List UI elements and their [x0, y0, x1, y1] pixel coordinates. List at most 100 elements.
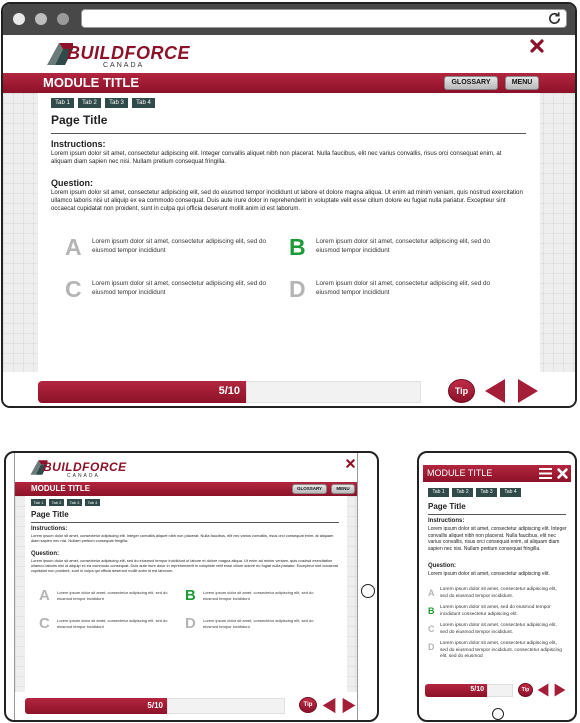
answer-option-a[interactable]: A Lorem ipsum dolor sit amet, consectetu… [428, 587, 568, 603]
progress-counter: 5/10 [470, 686, 484, 693]
menu-button[interactable]: MENU [331, 484, 355, 494]
answer-option-c[interactable]: C Lorem ipsum dolor sit amet, consectetu… [428, 623, 568, 639]
tab-4[interactable]: Tab 4 [85, 499, 100, 506]
glossary-button[interactable]: GLOSSARY [292, 484, 327, 494]
home-button[interactable] [361, 584, 375, 598]
answer-option-d[interactable]: D Lorem ipsum dolor sit amet, consectetu… [428, 641, 568, 669]
tab-1[interactable]: Tab 1 [51, 98, 74, 108]
option-letter: D [428, 642, 435, 652]
content-frame: Tab 1 Tab 2 Tab 3 Tab 4 Page Title Instr… [15, 496, 357, 692]
option-text: Lorem ipsum dolor sit amet, consectetur … [92, 238, 266, 254]
answer-option-a[interactable]: A Lorem ipsum dolor sit amet, consectetu… [39, 587, 174, 607]
question-text: Lorem ipsum dolor sit amet, consectetur … [31, 558, 338, 573]
address-bar[interactable] [81, 9, 567, 28]
option-text: Lorem ipsum dolor sit amet, consectetur … [57, 618, 168, 629]
prev-arrow-icon[interactable] [322, 697, 336, 714]
question-text: Lorem ipsum dolor sit amet, consectetur … [51, 189, 523, 212]
question-heading: Question: [31, 551, 59, 557]
option-letter: C [428, 624, 435, 634]
tip-button[interactable]: Tip [299, 697, 317, 713]
prev-arrow-icon[interactable] [537, 683, 549, 697]
hamburger-icon[interactable] [539, 468, 552, 479]
home-button[interactable] [492, 708, 504, 720]
tab-3[interactable]: Tab 3 [105, 98, 128, 108]
browser-chrome [3, 4, 575, 35]
progress-track [167, 698, 285, 714]
next-arrow-icon[interactable] [342, 697, 356, 714]
tab-1[interactable]: Tab 1 [428, 488, 449, 497]
tab-2[interactable]: Tab 2 [78, 98, 101, 108]
footer-bar: 5/10 Tip [3, 372, 575, 406]
prev-arrow-icon[interactable] [484, 378, 506, 404]
option-letter: B [185, 587, 196, 604]
logo-wordmark: BUILDFORCE [43, 460, 127, 474]
answer-option-c[interactable]: C Lorem ipsum dolor sit amet, consectetu… [39, 615, 174, 635]
title-divider [51, 133, 526, 134]
logo-subtext: CANADA [67, 473, 100, 479]
answer-option-a[interactable]: A Lorem ipsum dolor sit amet, consectetu… [65, 234, 266, 262]
window-control-dot[interactable] [35, 13, 47, 25]
module-title: MODULE TITLE [31, 484, 91, 493]
tab-3[interactable]: Tab 3 [476, 488, 497, 497]
module-title-bar: MODULE TITLE GLOSSARY MENU [15, 482, 357, 496]
buildforce-logo[interactable]: BUILDFORCE CANADA [29, 459, 126, 479]
answer-option-d[interactable]: D Lorem ipsum dolor sit amet, consectetu… [185, 615, 320, 635]
tab-bar: Tab 1 Tab 2 Tab 3 Tab 4 [31, 499, 100, 506]
option-text: Lorem ipsum dolor sit amet, consectetur … [57, 590, 168, 601]
option-text: Lorem ipsum dolor sit amet, consectetur … [440, 587, 557, 599]
logo-wordmark: BUILDFORCE [67, 43, 190, 63]
progress-track [246, 381, 421, 403]
close-icon[interactable] [346, 459, 355, 468]
menu-button[interactable]: MENU [505, 76, 539, 90]
tab-1[interactable]: Tab 1 [31, 499, 46, 506]
tab-2[interactable]: Tab 2 [452, 488, 473, 497]
option-text: Lorem ipsum dolor sit amet, consectetur … [316, 280, 490, 296]
tablet-mockup: BUILDFORCE CANADA MODULE TITLE GLOSSARY … [4, 451, 379, 722]
module-title: MODULE TITLE [427, 468, 493, 478]
tab-4[interactable]: Tab 4 [500, 488, 521, 497]
page-title: Page Title [428, 502, 466, 511]
answer-option-c[interactable]: C Lorem ipsum dolor sit amet, consectetu… [65, 276, 266, 304]
option-letter: C [65, 276, 82, 302]
answer-option-b[interactable]: B Lorem ipsum dolor sit amet, sed do eiu… [428, 605, 568, 621]
question-heading: Question: [51, 178, 93, 188]
content-panel: Tab 1 Tab 2 Tab 3 Tab 4 Page Title Instr… [25, 496, 347, 692]
title-divider [428, 514, 566, 515]
next-arrow-icon[interactable] [554, 683, 566, 697]
footer-bar: 5/10 Tip [423, 679, 571, 701]
site-header: BUILDFORCE CANADA [15, 453, 357, 482]
option-text: Lorem ipsum dolor sit amet, consectetur … [203, 618, 314, 629]
phone-screen: MODULE TITLE Tab 1 Tab 2 Tab 3 Tab 4 Pag… [423, 465, 571, 701]
answer-option-d[interactable]: D Lorem ipsum dolor sit amet, consectetu… [289, 276, 490, 304]
instructions-text: Lorem ipsum dolor sit amet, consectetur … [31, 533, 334, 543]
answer-option-b[interactable]: B Lorem ipsum dolor sit amet, consectetu… [289, 234, 490, 262]
window-control-dot[interactable] [13, 13, 25, 25]
content-panel: Tab 1 Tab 2 Tab 3 Tab 4 Page Title Instr… [38, 93, 540, 372]
option-letter: A [428, 588, 435, 598]
instructions-text: Lorem ipsum dolor sit amet, consectetur … [428, 526, 567, 552]
progress-fill: 5/10 [25, 698, 167, 714]
footer-bar: 5/10 Tip [15, 692, 357, 720]
progress-fill: 5/10 [38, 381, 246, 403]
tab-3[interactable]: Tab 3 [67, 499, 82, 506]
option-letter: A [65, 234, 82, 260]
tab-2[interactable]: Tab 2 [49, 499, 64, 506]
refresh-icon[interactable] [547, 11, 562, 26]
close-icon[interactable] [557, 468, 568, 479]
tab-4[interactable]: Tab 4 [132, 98, 155, 108]
tablet-screen: BUILDFORCE CANADA MODULE TITLE GLOSSARY … [14, 453, 358, 720]
option-letter: B [428, 606, 435, 616]
tip-button[interactable]: Tip [518, 683, 533, 697]
option-text: Lorem ipsum dolor sit amet, consectetur … [316, 238, 490, 254]
tip-button[interactable]: Tip [448, 379, 475, 403]
buildforce-logo[interactable]: BUILDFORCE CANADA [45, 41, 190, 69]
title-divider [31, 522, 339, 523]
page-title: Page Title [31, 510, 69, 519]
option-text: Lorem ipsum dolor sit amet, sed do eiusm… [440, 605, 551, 617]
answer-option-b[interactable]: B Lorem ipsum dolor sit amet, consectetu… [185, 587, 320, 607]
close-icon[interactable] [530, 39, 544, 53]
option-text: Lorem ipsum dolor sit amet, consectetur … [203, 590, 314, 601]
glossary-button[interactable]: GLOSSARY [444, 76, 498, 90]
window-control-dot[interactable] [57, 13, 69, 25]
next-arrow-icon[interactable] [517, 378, 539, 404]
